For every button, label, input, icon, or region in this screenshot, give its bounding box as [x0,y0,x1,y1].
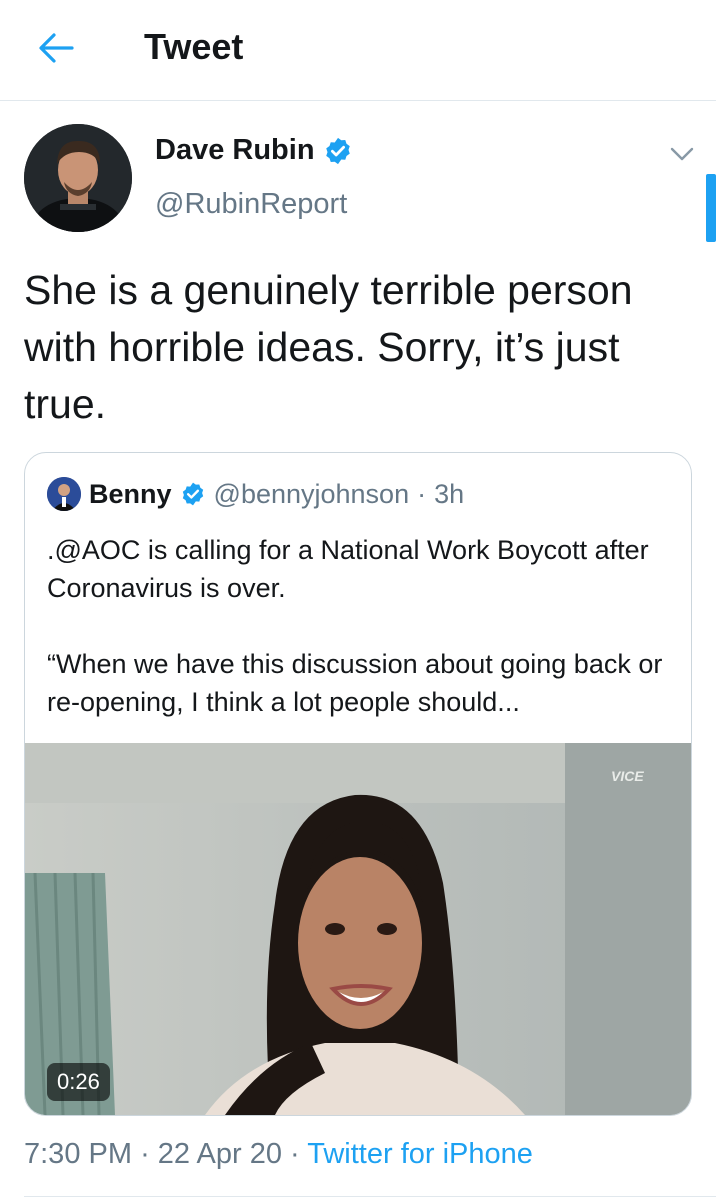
tweet-date: 22 Apr 20 [157,1138,282,1170]
avatar[interactable] [24,124,132,232]
verified-badge-icon [182,482,203,506]
tweet-time: 7:30 PM [24,1138,132,1170]
quoted-tweet-text: .@AOC is calling for a National Work Boy… [47,531,677,721]
video-thumbnail[interactable]: VICE 0:26 [25,743,691,1115]
quoted-tweet[interactable]: Benny @bennyjohnson · 3h .@AOC is callin… [24,452,692,1116]
video-duration-badge: 0:26 [47,1063,110,1101]
tweet-metadata: 7:30 PM · 22 Apr 20 · Twitter for iPhone [24,1138,533,1171]
top-bar: Tweet [0,0,716,101]
vice-watermark: VICE [611,768,644,784]
quoted-author-handle: @bennyjohnson [213,478,410,509]
divider [24,1196,716,1197]
quoted-paragraph: “When we have this discussion about goin… [47,649,663,717]
arrow-left-icon [39,33,74,63]
verified-badge-icon [325,137,350,164]
chevron-down-icon[interactable] [668,142,696,166]
author-handle[interactable]: @RubinReport [155,188,347,221]
tweet-text: She is a genuinely terrible person with … [24,267,633,427]
back-button[interactable] [34,28,78,68]
scrollbar[interactable] [706,174,716,242]
quoted-author-name: Benny [89,478,172,509]
quoted-avatar [47,477,81,511]
tweet-source-link[interactable]: Twitter for iPhone [307,1138,533,1170]
quoted-timestamp: 3h [434,478,465,509]
separator-dot: · [290,1138,300,1170]
author-name[interactable]: Dave Rubin [155,134,353,167]
separator-dot: · [417,478,427,509]
author-name-label: Dave Rubin [155,134,315,166]
separator-dot: · [140,1138,150,1170]
page-title: Tweet [144,26,244,67]
quoted-tweet-header: Benny @bennyjohnson · 3h [47,477,464,511]
quoted-paragraph: .@AOC is calling for a National Work Boy… [47,535,649,603]
